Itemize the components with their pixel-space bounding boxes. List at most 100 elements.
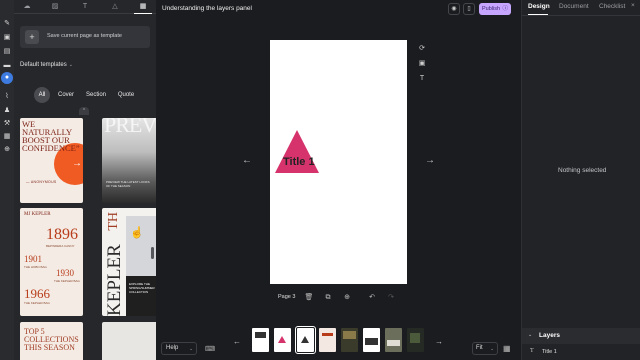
- filter-chip-all[interactable]: All: [34, 87, 50, 103]
- delete-page-icon[interactable]: 🗑: [304, 294, 314, 302]
- tab-design[interactable]: Design: [528, 3, 550, 10]
- canvas-title-text[interactable]: Title 1: [283, 156, 315, 168]
- help-dropdown[interactable]: Help ⌄: [161, 342, 197, 355]
- publish-label: Publish: [482, 6, 501, 12]
- prev-page-arrow-icon[interactable]: ←: [242, 155, 252, 166]
- shapes-icon[interactable]: △: [110, 2, 120, 12]
- layers-title: Layers: [539, 332, 560, 339]
- folder-icon[interactable]: ▤: [3, 48, 11, 56]
- image-icon[interactable]: ▨: [50, 2, 60, 12]
- template-heading: TOP 5 COLLECTIONS THIS SEASON: [24, 327, 79, 352]
- tab-document[interactable]: Document: [559, 3, 589, 10]
- template-caption: PREVIEW THE LATEST LOOKS OF THE SEASON: [106, 180, 150, 188]
- page-thumbnail-7[interactable]: [385, 328, 402, 352]
- filter-chip-section[interactable]: Section: [82, 87, 110, 103]
- arrow-right-icon: →: [72, 158, 82, 169]
- undo-icon[interactable]: ↶: [367, 294, 377, 302]
- layer-item[interactable]: T Title 1: [522, 346, 640, 360]
- text-layer-icon: T: [530, 348, 534, 354]
- template-heading: KEPLER: [104, 244, 125, 316]
- layers-header[interactable]: ⌄ Layers: [522, 328, 640, 344]
- template-caption: THE KEPLER BAG: [24, 301, 50, 305]
- layers-icon[interactable]: ▣: [3, 34, 11, 42]
- wrench-icon[interactable]: ⚒: [3, 120, 11, 128]
- tab-divider: [522, 15, 640, 16]
- template-year: 1896: [46, 226, 78, 243]
- comment-icon[interactable]: ▬: [3, 62, 11, 70]
- left-rail: ✎ ▣ ▤ ▬ ● ⌇ ♟ ⚒ ▦ ⊕: [0, 0, 14, 360]
- template-heading: WE NATURALLY BOOST OUR CONFIDENCE”: [22, 119, 80, 153]
- page-icon[interactable]: ▯: [463, 3, 475, 15]
- panel-scrollbar[interactable]: [151, 247, 154, 259]
- page-thumbnail-4[interactable]: [319, 328, 336, 352]
- template-thumbnail-quote[interactable]: WE NATURALLY BOOST OUR CONFIDENCE” → — A…: [20, 118, 83, 203]
- default-templates-dropdown[interactable]: Default templates ⌄: [20, 62, 73, 68]
- template-thumbnail-blank[interactable]: [102, 322, 156, 360]
- save-template-button[interactable]: + Save current page as template: [20, 26, 150, 48]
- add-page-icon[interactable]: ⊕: [342, 294, 352, 302]
- template-caption: EXPLORE THE SPRING/SUMMER COLLECTION: [129, 282, 155, 294]
- document-title[interactable]: Understanding the layers panel: [162, 5, 252, 12]
- template-year: 1901: [24, 254, 42, 264]
- template-year: 1930: [56, 268, 74, 278]
- zoom-fit-dropdown[interactable]: Fit ⌄: [472, 342, 498, 355]
- preview-eye-icon[interactable]: ◉: [448, 3, 460, 15]
- user-icon[interactable]: ♟: [3, 107, 11, 115]
- info-icon: ⓘ: [502, 6, 508, 12]
- next-page-arrow-icon[interactable]: →: [425, 155, 435, 166]
- brush-icon[interactable]: ⌇: [3, 93, 11, 101]
- add-template-icon: +: [25, 30, 39, 44]
- filter-chip-cover[interactable]: Cover: [54, 87, 78, 103]
- templates-panel: ☁ ▨ T △ ▦ + Save current page as templat…: [14, 0, 156, 360]
- chevron-down-icon: ⌄: [528, 332, 533, 338]
- add-text-icon[interactable]: T: [417, 74, 427, 84]
- close-icon[interactable]: ×: [631, 2, 635, 9]
- tab-checklist[interactable]: Checklist: [599, 3, 625, 10]
- template-heading: MJ KEPLER: [24, 212, 51, 217]
- page-thumbnail-3[interactable]: [295, 326, 316, 354]
- templates-icon[interactable]: ▦: [134, 2, 152, 14]
- cloud-icon[interactable]: ☁: [22, 2, 32, 12]
- plus-circle-icon[interactable]: ⊕: [3, 146, 11, 154]
- panel-tabs: ☁ ▨ T △ ▦: [14, 0, 156, 14]
- page-thumbnail-2[interactable]: [274, 328, 291, 352]
- help-circle-icon[interactable]: ●: [1, 72, 13, 84]
- template-heading: TH: [106, 212, 121, 231]
- template-heading: PREVIEW: [104, 118, 156, 137]
- layout-icon[interactable]: ▦: [3, 133, 11, 141]
- page-thumbnail-6[interactable]: [363, 328, 380, 352]
- publish-button[interactable]: Publish ⓘ: [479, 3, 511, 15]
- pin-icon[interactable]: ✎: [3, 20, 11, 28]
- help-label: Help: [166, 345, 179, 351]
- filmstrip-next-icon[interactable]: →: [435, 337, 443, 346]
- grid-view-icon[interactable]: ▦: [503, 344, 511, 353]
- chevron-down-icon: ⌄: [189, 346, 193, 351]
- template-caption: THE HOBO BAG: [24, 265, 47, 269]
- add-comment-icon[interactable]: ⟳: [417, 44, 427, 54]
- template-photo: [126, 216, 156, 276]
- scroll-up-icon[interactable]: ⌃: [79, 107, 89, 115]
- template-thumbnail-timeline[interactable]: MJ KEPLER 1896 BEPINDERA CANNY 1901 THE …: [20, 208, 83, 316]
- page-thumbnail-5[interactable]: [341, 328, 358, 352]
- filmstrip-prev-icon[interactable]: ←: [233, 337, 241, 346]
- empty-selection-message: Nothing selected: [558, 167, 607, 174]
- layer-name: Title 1: [542, 349, 557, 355]
- template-dark-block: EXPLORE THE SPRING/SUMMER COLLECTION: [126, 276, 156, 316]
- duplicate-page-icon[interactable]: ⧉: [323, 294, 333, 302]
- page-thumbnail-1[interactable]: [252, 328, 269, 352]
- duplicate-icon[interactable]: ▣: [417, 59, 427, 69]
- redo-icon[interactable]: ↷: [386, 294, 396, 302]
- template-thumbnail-kepler[interactable]: TH KEPLER EXPLORE THE SPRING/SUMMER COLL…: [102, 208, 156, 316]
- filter-chip-quote[interactable]: Quote: [114, 87, 138, 103]
- template-author: — ANONYMOUS: [26, 180, 57, 184]
- keyboard-icon[interactable]: ⌨: [205, 345, 215, 353]
- default-templates-label: Default templates: [20, 62, 67, 68]
- text-icon[interactable]: T: [80, 2, 90, 12]
- template-thumbnail-preview[interactable]: PREVIEW PREVIEW THE LATEST LOOKS OF THE …: [102, 118, 156, 203]
- save-template-label: Save current page as template: [47, 33, 122, 39]
- page-thumbnail-8[interactable]: [407, 328, 424, 352]
- chevron-down-icon: ⌄: [68, 62, 73, 68]
- properties-panel: Design Document Checklist × Nothing sele…: [521, 0, 640, 360]
- template-thumbnail-list[interactable]: TOP 5 COLLECTIONS THIS SEASON: [20, 322, 83, 360]
- zoom-label: Fit: [476, 345, 483, 351]
